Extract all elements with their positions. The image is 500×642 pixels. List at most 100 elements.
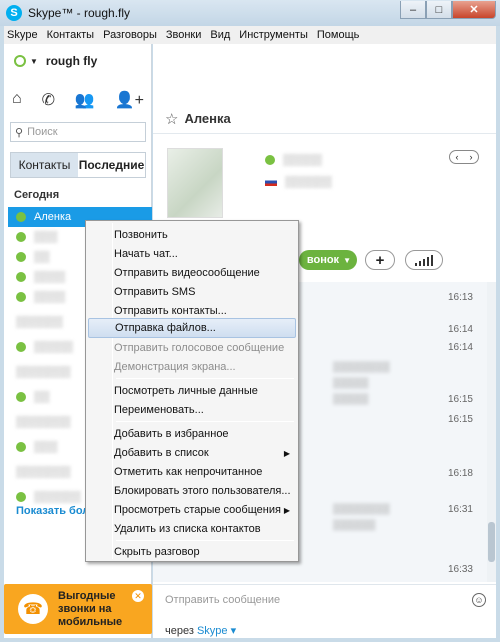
chevron-down-icon[interactable]: ▼ [343, 256, 351, 265]
contact-blurred: ▒▒▒▒▒ [34, 341, 73, 353]
add-button[interactable]: + [365, 250, 395, 270]
menu-separator [116, 421, 294, 422]
title-bar: S Skype™ - rough.fly – □ ✕ [0, 0, 500, 26]
menu-item-start-chat[interactable]: Начать чат... [88, 244, 296, 264]
menu-item-rename[interactable]: Переименовать... [88, 400, 296, 420]
group-blurred: ▒▒▒▒▒▒▒ [16, 366, 71, 378]
menu-tools[interactable]: Инструменты [239, 29, 308, 41]
menu-item-view-profile[interactable]: Посмотреть личные данные [88, 381, 296, 401]
menu-item-call[interactable]: Позвонить [88, 225, 296, 245]
contact-status-icon [16, 252, 26, 262]
menu-item-mark-unread[interactable]: Отметить как непрочитанное [88, 462, 296, 482]
menu-help[interactable]: Помощь [317, 29, 360, 41]
menu-item-screen-share: Демонстрация экрана... [114, 361, 236, 373]
menu-item-send-sms[interactable]: Отправить SMS [88, 282, 296, 302]
group-icon[interactable]: 👥 [75, 90, 95, 110]
message-time: 16:31 [447, 504, 473, 515]
message-input-placeholder: Отправить сообщение [165, 593, 281, 606]
contact-tabs: Контакты Последние [10, 152, 146, 178]
via-service-dropdown[interactable]: Skype ▾ [197, 625, 236, 637]
contact-photo[interactable] [167, 148, 223, 218]
call-button[interactable]: вонок ▼ [299, 250, 357, 270]
close-icon[interactable]: ✕ [132, 590, 144, 602]
promo-banner[interactable]: ☎ Выгодные звонки на мобильные ✕ [4, 584, 152, 634]
skype-logo-icon: S [6, 5, 22, 21]
emoticon-icon[interactable]: ☺ [472, 593, 486, 607]
contact-name: Аленка [34, 211, 72, 223]
star-icon[interactable]: ☆ [165, 110, 178, 128]
call-quality-button[interactable] [405, 250, 443, 270]
window-title: Skype™ - rough.fly [28, 6, 131, 20]
tab-contacts[interactable]: Контакты [11, 153, 78, 177]
promo-line: звонки на [58, 602, 112, 615]
menu-conversations[interactable]: Разговоры [103, 29, 157, 41]
maximize-button[interactable]: □ [426, 1, 452, 19]
flag-icon [265, 178, 277, 186]
menu-item-block-user[interactable]: Блокировать этого пользователя... [88, 481, 296, 501]
menu-item-add-favorites[interactable]: Добавить в избранное [88, 424, 296, 444]
contact-status-icon [16, 442, 26, 452]
info-blurred: ▒▒▒▒▒ [283, 154, 322, 166]
via-prefix: через [165, 625, 194, 637]
message-scrollbar[interactable] [487, 282, 496, 582]
contact-status-icon [265, 155, 275, 165]
contact-status-icon [16, 342, 26, 352]
contact-blurred: ▒▒ [34, 391, 50, 403]
menu-bar: Skype Контакты Разговоры Звонки Вид Инст… [4, 26, 496, 44]
message-input[interactable]: Отправить сообщение ☺ [153, 584, 496, 614]
menu-item-send-files[interactable]: Отправка файлов... [88, 318, 296, 338]
group-header-today: Сегодня [14, 189, 60, 201]
menu-item-hide-conversation[interactable]: Скрыть разговор [88, 542, 296, 562]
menu-skype[interactable]: Skype [7, 29, 38, 41]
chevron-right-icon[interactable]: › [470, 152, 473, 162]
phone-icon: ☎ [18, 594, 48, 624]
home-icon[interactable]: ⌂ [12, 90, 22, 110]
conversation-header: ☆ Аленка [153, 104, 496, 134]
contact-status-icon [16, 392, 26, 402]
close-button[interactable]: ✕ [452, 1, 496, 19]
menu-view[interactable]: Вид [210, 29, 230, 41]
message-time: 16:14 [447, 342, 473, 353]
scrollbar-thumb[interactable] [488, 522, 495, 562]
tab-recent[interactable]: Последние [78, 153, 145, 177]
chevron-down-icon[interactable]: ▼ [30, 57, 38, 66]
contact-status-icon [16, 492, 26, 502]
menu-item-send-video-message[interactable]: Отправить видеосообщение [88, 263, 296, 283]
group-blurred: ▒▒▒▒▒▒▒ [16, 466, 71, 478]
contact-status-icon [16, 272, 26, 282]
add-contact-icon[interactable]: 👤+ [115, 90, 144, 110]
chevron-left-icon[interactable]: ‹ [456, 152, 459, 162]
submenu-arrow-icon: ▶ [283, 448, 290, 458]
submenu-arrow-icon: ▶ [283, 505, 290, 515]
menu-separator [116, 378, 294, 379]
message-time: 16:15 [447, 414, 473, 425]
message-time: 16:13 [447, 292, 473, 303]
menu-item-label: Просмотреть старые сообщения [114, 504, 281, 516]
menu-item-add-to-list[interactable]: Добавить в список ▶ [88, 443, 296, 463]
message-time: 16:33 [447, 564, 473, 575]
contact-blurred: ▒▒ [34, 251, 50, 263]
search-input[interactable]: ⚲ Поиск [10, 122, 146, 142]
show-more-link[interactable]: Показать бол [16, 505, 89, 517]
profile-name[interactable]: rough fly [46, 54, 97, 68]
menu-item-remove-contact[interactable]: Удалить из списка контактов [88, 519, 296, 539]
profile-status[interactable]: ▼ rough fly [14, 54, 97, 68]
message-blurred: ▒▒▒▒▒▒▒▒ [333, 362, 390, 373]
status-online-icon[interactable] [14, 55, 26, 67]
menu-contacts[interactable]: Контакты [47, 29, 95, 41]
contact-info-location: ▒▒▒▒▒▒ [265, 176, 332, 188]
profile-nav-arrows[interactable]: ‹ › [449, 150, 479, 164]
group-blurred: ▒▒▒▒▒▒▒ [16, 416, 71, 428]
contact-info-time: ▒▒▒▒▒ [265, 154, 322, 166]
signal-bars-icon [414, 254, 434, 266]
group-blurred: ▒▒▒▒▒▒ [16, 316, 63, 328]
promo-line: Выгодные [58, 589, 116, 602]
message-time: 16:18 [447, 468, 473, 479]
contact-blurred: ▒▒▒ [34, 441, 58, 453]
menu-item-view-old-messages[interactable]: Просмотреть старые сообщения ▶ [88, 500, 296, 520]
contact-blurred: ▒▒▒▒ [34, 271, 66, 283]
phone-icon[interactable]: ✆ [42, 90, 55, 110]
menu-calls[interactable]: Звонки [166, 29, 202, 41]
minimize-button[interactable]: – [400, 1, 426, 19]
message-blurred: ▒▒▒▒▒ [333, 378, 369, 389]
